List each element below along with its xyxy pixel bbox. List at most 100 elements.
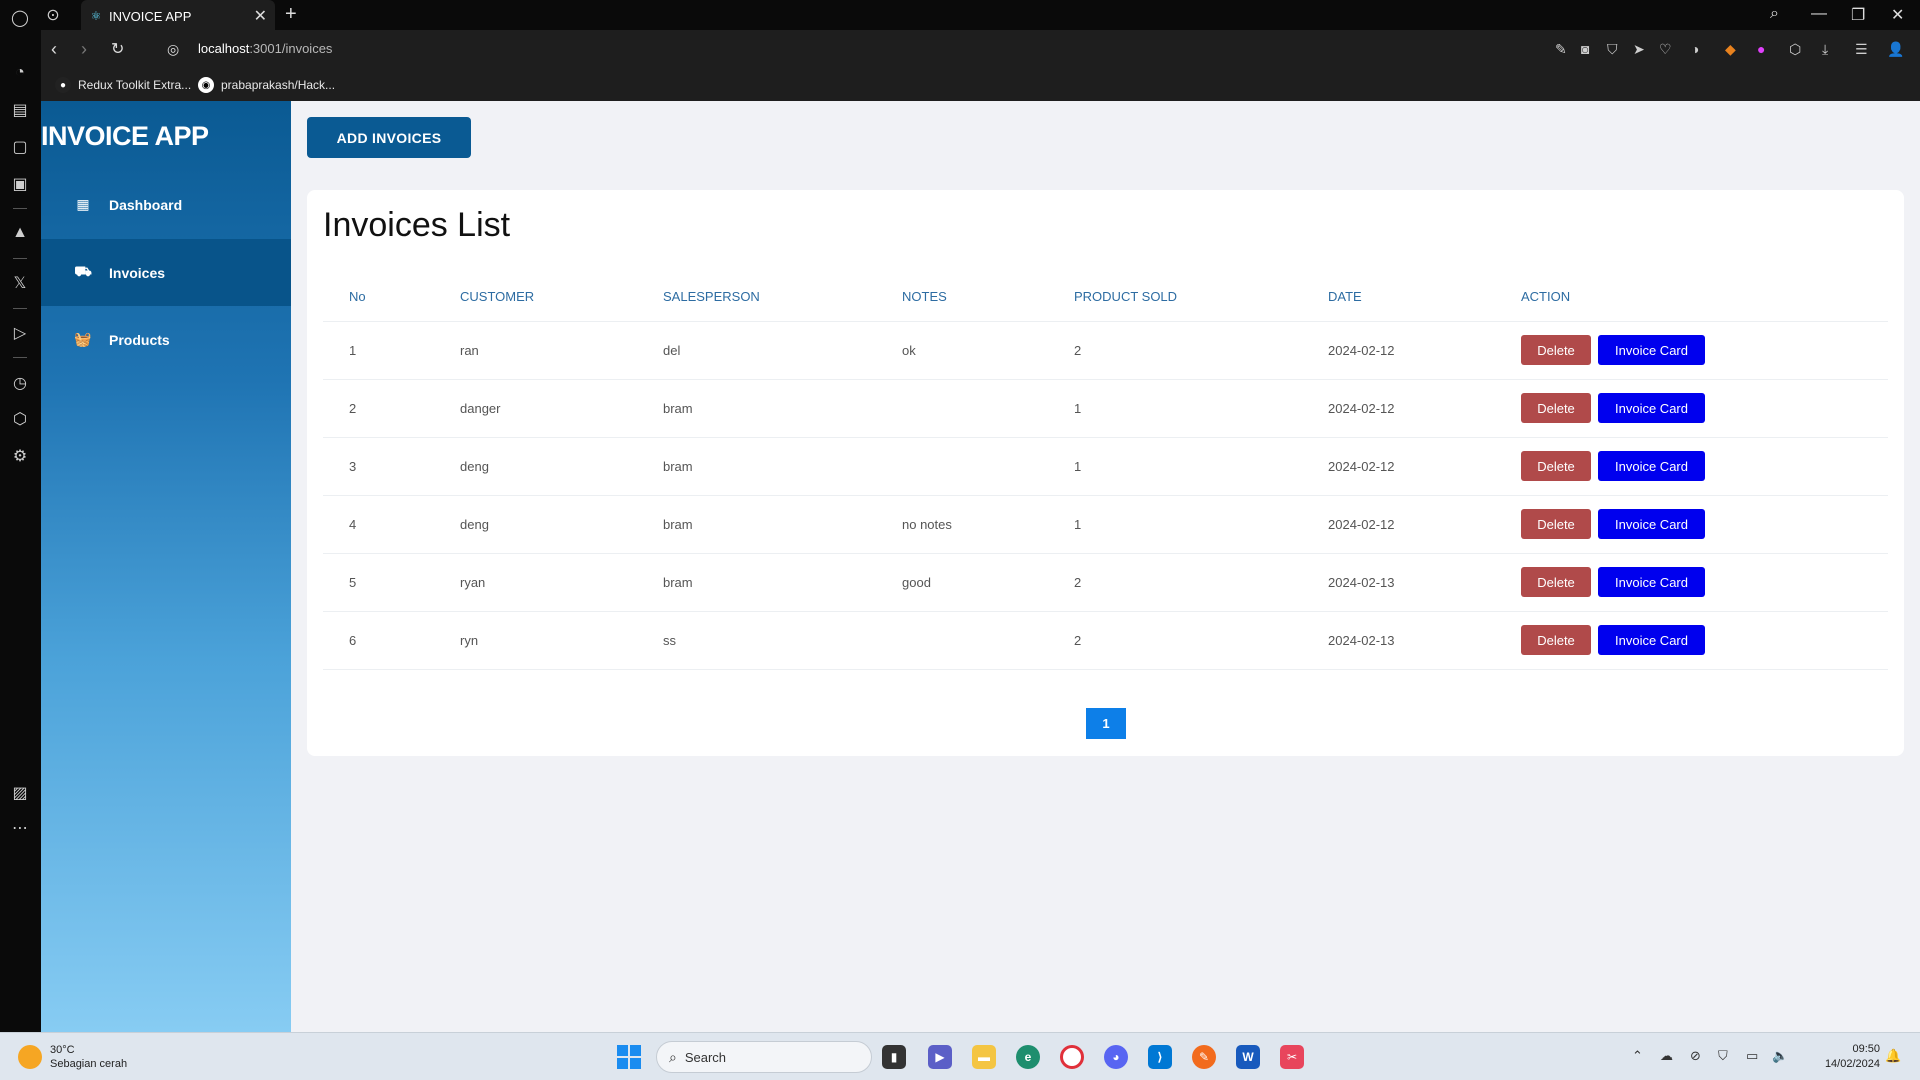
ai-chat-icon[interactable]: ▣ (8, 172, 32, 196)
taskbar-search[interactable]: ⌕ Search (656, 1041, 872, 1073)
snapshot-icon[interactable]: ◙ (1581, 41, 1589, 57)
column-header: SALESPERSON (637, 272, 876, 322)
cell-salesperson: bram (637, 495, 876, 554)
column-header: DATE (1302, 272, 1495, 322)
screen: ◯ ◔ ▤ ▢ ▣ ▲ 𝕏 ▷ ◷ ⬡ ⚙ ▨ ⋯ ⊙ ⚛ INVOICE AP… (0, 0, 1920, 1080)
column-header: No (323, 272, 434, 322)
heart-icon[interactable]: ♡ (1659, 41, 1672, 58)
rail-divider (13, 208, 27, 209)
delete-button[interactable]: Delete (1521, 625, 1591, 655)
delete-button[interactable]: Delete (1521, 335, 1591, 365)
color-picker-icon[interactable]: ● (1757, 41, 1765, 57)
invoice-card-button[interactable]: Invoice Card (1598, 567, 1705, 597)
invoice-card-button[interactable]: Invoice Card (1598, 625, 1705, 655)
file-explorer-icon[interactable]: ▬ (972, 1045, 996, 1069)
forward-icon[interactable]: › (81, 39, 87, 60)
table-row: 3 deng bram 1 2024-02-12 Delete Invoice C… (323, 437, 1888, 496)
send-icon[interactable]: ➤ (1633, 41, 1645, 58)
cell-no: 4 (323, 495, 434, 554)
easy-setup-icon[interactable]: ☰ (1855, 41, 1868, 58)
delete-button[interactable]: Delete (1521, 567, 1591, 597)
tab-search-icon[interactable]: ⌕ (1770, 5, 1779, 23)
truck-icon: ⛟ (74, 263, 92, 279)
back-icon[interactable]: ‹ (51, 39, 57, 60)
gallery-icon[interactable]: ▨ (8, 781, 32, 805)
invoice-card-button[interactable]: Invoice Card (1598, 451, 1705, 481)
shield-icon[interactable]: ⛉ (1607, 41, 1618, 58)
teams-icon[interactable]: ▶ (928, 1045, 952, 1069)
tab-close-icon[interactable]: ✕ (254, 6, 267, 26)
arc-icon[interactable]: ▲ (8, 221, 32, 245)
tab-menu-icon[interactable]: ⊙ (41, 3, 65, 27)
browser-sidebar: ◯ ◔ ▤ ▢ ▣ ▲ 𝕏 ▷ ◷ ⬡ ⚙ ▨ ⋯ (0, 0, 41, 1032)
pagination-page-1[interactable]: 1 (1086, 708, 1126, 739)
rail-divider (13, 258, 27, 259)
windows-start-icon[interactable] (617, 1045, 641, 1069)
tray-overflow-icon[interactable]: ⌃ (1632, 1048, 1643, 1064)
reload-icon[interactable]: ↻ (111, 39, 124, 59)
invoice-card-button[interactable]: Invoice Card (1598, 509, 1705, 539)
bookmark-redux[interactable]: ● Redux Toolkit Extra... (55, 77, 191, 93)
x-twitter-icon[interactable]: 𝕏 (8, 271, 32, 295)
bookmark-label: Redux Toolkit Extra... (78, 78, 192, 92)
speed-dial-icon[interactable]: ◔ (8, 61, 32, 85)
opera-icon[interactable] (1060, 1045, 1084, 1069)
more-icon[interactable]: ⋯ (8, 816, 32, 840)
profile-icon[interactable]: 👤 (1887, 41, 1904, 58)
snipping-tool-icon[interactable]: ✂ (1280, 1045, 1304, 1069)
bookmark-label: prabaprakash/Hack... (221, 78, 336, 92)
delete-button[interactable]: Delete (1521, 393, 1591, 423)
security-icon[interactable]: ⛉ (1718, 1048, 1728, 1064)
invoice-card-button[interactable]: Invoice Card (1598, 335, 1705, 365)
onedrive-icon[interactable]: ☁ (1660, 1048, 1673, 1064)
cell-product-sold: 1 (1048, 379, 1302, 438)
cell-action: Delete Invoice Card (1495, 437, 1888, 496)
wifi-icon[interactable]: ▭ (1746, 1048, 1758, 1064)
volume-icon[interactable]: 🔈 (1772, 1048, 1788, 1064)
download-icon[interactable]: ⤓ (1822, 41, 1828, 58)
browser-tab[interactable]: ⚛ INVOICE APP ✕ (81, 0, 275, 30)
metamask-icon[interactable]: ◆ (1725, 41, 1736, 58)
nav-item-invoices[interactable]: ⛟ Invoices (41, 239, 291, 306)
invoice-card-button[interactable]: Invoice Card (1598, 393, 1705, 423)
twitch-icon[interactable]: ▢ (8, 135, 32, 159)
basket-icon: 🧺 (74, 331, 92, 347)
nav-item-products[interactable]: 🧺 Products (41, 306, 291, 373)
extension-icon[interactable]: ◑ (1691, 41, 1699, 57)
discord-icon[interactable]: ◕ (1104, 1045, 1128, 1069)
restore-icon[interactable]: ❐ (1851, 5, 1865, 25)
bookmark-github[interactable]: ◉ prabaprakash/Hack... (198, 77, 335, 93)
window-close-icon[interactable]: ✕ (1891, 5, 1904, 25)
cell-notes: no notes (876, 495, 1048, 554)
extensions-icon[interactable]: ⬡ (8, 407, 32, 431)
shopping-icon[interactable]: ▤ (8, 98, 32, 122)
cell-action: Delete Invoice Card (1495, 611, 1888, 670)
vscode-icon[interactable]: ⟩ (1148, 1045, 1172, 1069)
word-icon[interactable]: W (1236, 1045, 1260, 1069)
player-icon[interactable]: ▷ (8, 321, 32, 345)
url-host: localhost (198, 41, 250, 56)
taskbar-clock[interactable]: 09:50 14/02/2024 (1810, 1042, 1880, 1072)
notification-bell-icon[interactable]: 🔔 (1885, 1048, 1901, 1064)
search-icon: ⌕ (669, 1048, 677, 1065)
opera-logo-icon[interactable]: ◯ (8, 6, 32, 30)
nav-item-dashboard[interactable]: ▦ Dashboard (41, 171, 291, 238)
minimize-icon[interactable]: — (1811, 5, 1827, 23)
site-info-icon[interactable]: ◎ (167, 41, 179, 58)
url-field[interactable]: localhost:3001/invoices (198, 41, 332, 56)
edge-icon[interactable]: e (1016, 1045, 1040, 1069)
settings-gear-icon[interactable]: ⚙ (8, 444, 32, 468)
add-invoices-button[interactable]: ADD INVOICES (307, 117, 471, 158)
weather-condition: Sebagian cerah (50, 1058, 128, 1070)
network-icon[interactable]: ⊘ (1690, 1048, 1701, 1064)
history-icon[interactable]: ◷ (8, 371, 32, 395)
task-view-icon[interactable]: ▮ (882, 1045, 906, 1069)
postman-icon[interactable]: ✎ (1192, 1045, 1216, 1069)
edit-icon[interactable]: ✎ (1555, 41, 1567, 58)
delete-button[interactable]: Delete (1521, 509, 1591, 539)
cube-icon[interactable]: ⬡ (1789, 41, 1801, 58)
new-tab-icon[interactable]: + (285, 3, 297, 26)
weather-widget[interactable]: 30°C Sebagian cerah (18, 1043, 127, 1071)
weather-sun-icon (18, 1045, 42, 1069)
delete-button[interactable]: Delete (1521, 451, 1591, 481)
